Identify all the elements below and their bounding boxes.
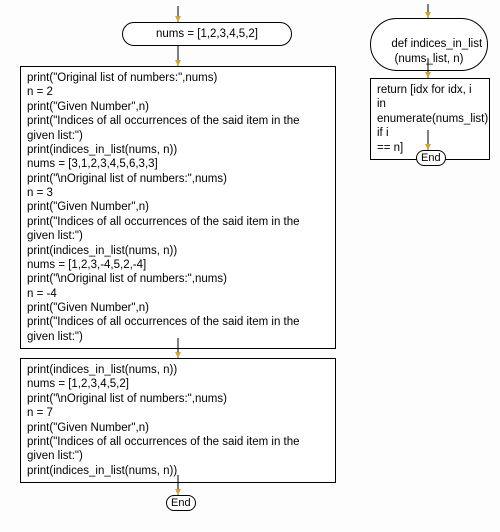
end-node-right-text: End (421, 152, 441, 164)
function-node-right-text: def indices_in_list (nums_list, n) (391, 38, 482, 64)
start-node-left: nums = [1,2,3,4,5,2] (122, 22, 292, 46)
function-node-right: def indices_in_list (nums_list, n) (370, 18, 488, 71)
start-node-left-text: nums = [1,2,3,4,5,2] (156, 28, 258, 40)
end-node-left-text: End (171, 497, 191, 509)
code-block-left-2: print(indices_in_list(nums, n)) nums = [… (20, 358, 336, 483)
end-node-right: End (416, 150, 446, 166)
code-block-left-1: print("Original list of numbers:",nums) … (20, 66, 336, 349)
code-block-right: return [idx for idx, i in enumerate(nums… (370, 78, 490, 160)
end-node-left: End (166, 495, 196, 511)
